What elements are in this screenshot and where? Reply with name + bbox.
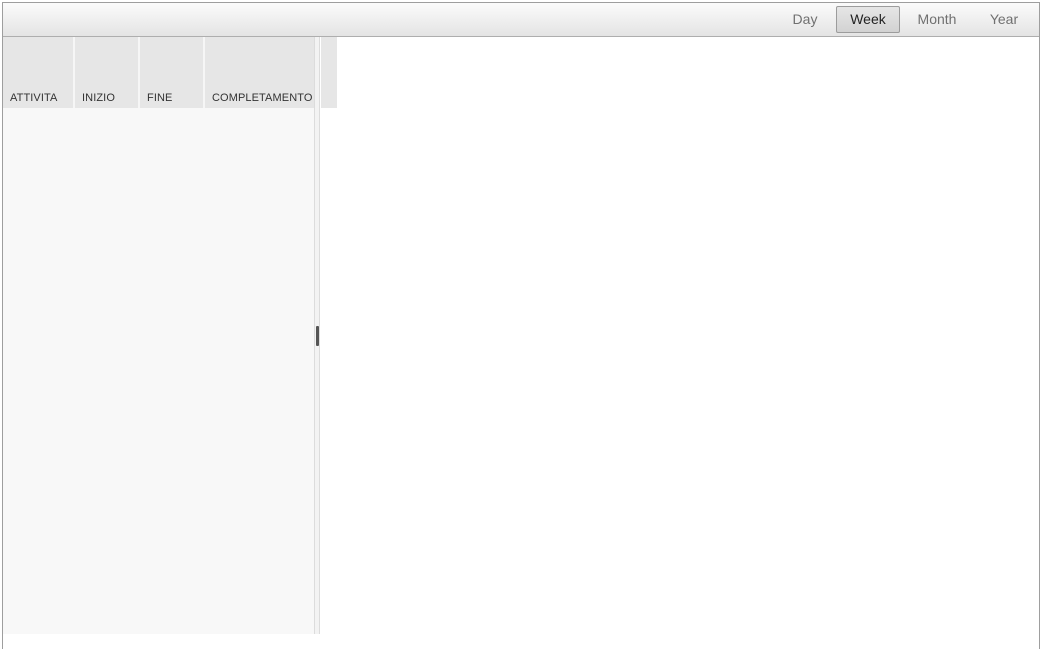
view-month-button[interactable]: Month bbox=[909, 6, 965, 33]
view-toolbar: Day Week Month Year bbox=[3, 3, 1039, 37]
view-week-button[interactable]: Week bbox=[836, 6, 900, 33]
column-header-fine[interactable]: FINE bbox=[140, 37, 205, 108]
column-header-label: INIZIO bbox=[82, 92, 115, 104]
task-grid: ATTIVITA INIZIO FINE COMPLETAMENTO bbox=[3, 37, 314, 634]
view-day-button[interactable]: Day bbox=[783, 6, 827, 33]
column-header-attivita[interactable]: ATTIVITA bbox=[3, 37, 75, 108]
timeline-area bbox=[320, 37, 1039, 634]
gantt-container: Day Week Month Year ATTIVITA INIZIO FINE… bbox=[2, 2, 1040, 649]
column-header-label: ATTIVITA bbox=[10, 92, 58, 104]
task-grid-header: ATTIVITA INIZIO FINE COMPLETAMENTO bbox=[3, 37, 314, 108]
column-header-inizio[interactable]: INIZIO bbox=[75, 37, 140, 108]
column-header-label: COMPLETAMENTO bbox=[212, 92, 313, 104]
view-year-button[interactable]: Year bbox=[977, 6, 1031, 33]
splitter-grip-handle[interactable] bbox=[316, 326, 319, 346]
column-header-label: FINE bbox=[147, 92, 173, 104]
column-header-completamento[interactable]: COMPLETAMENTO bbox=[205, 37, 314, 108]
timeline-header bbox=[321, 37, 337, 108]
